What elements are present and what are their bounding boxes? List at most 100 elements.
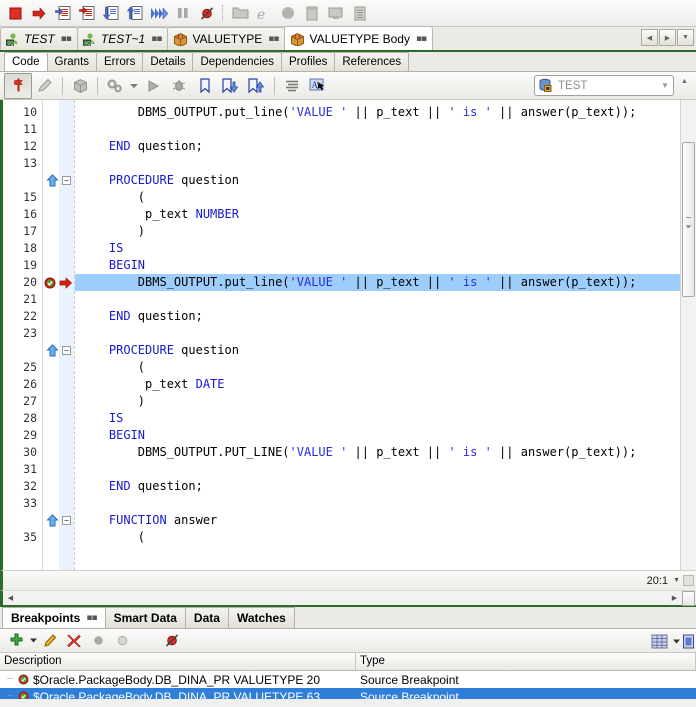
- debug-button[interactable]: [166, 74, 192, 98]
- code-line-current[interactable]: DBMS_OUTPUT.put_line('VALUE ' || p_text …: [75, 274, 680, 291]
- toggle-breakpoint-button[interactable]: [4, 72, 32, 99]
- code-line[interactable]: BEGIN: [75, 427, 680, 444]
- gutter-cell[interactable]: [43, 410, 59, 427]
- close-icon[interactable]: ▪▪: [61, 34, 72, 44]
- breakpoint-marker[interactable]: [43, 274, 59, 291]
- gutter-cell[interactable]: [43, 359, 59, 376]
- code-line[interactable]: DBMS_OUTPUT.PUT_LINE('VALUE ' || p_text …: [75, 444, 680, 461]
- code-line[interactable]: DBMS_OUTPUT.put_line('VALUE ' || p_text …: [75, 104, 680, 121]
- table-view-dropdown[interactable]: [671, 630, 682, 652]
- disable-breakpoint-button[interactable]: [110, 630, 134, 652]
- gutter-cell[interactable]: [43, 189, 59, 206]
- run-button[interactable]: [140, 74, 166, 98]
- delete-breakpoint-button[interactable]: [62, 630, 86, 652]
- collapse-toolbar-button[interactable]: ▲: [676, 77, 693, 95]
- format-button[interactable]: [279, 74, 305, 98]
- hscroll-left-arrow[interactable]: ◀: [3, 594, 18, 602]
- scrollbar-thumb[interactable]: [682, 142, 695, 297]
- gutter-cell[interactable]: [43, 104, 59, 121]
- gray-sphere-icon[interactable]: [276, 2, 300, 25]
- hscroll-thumb[interactable]: [682, 590, 695, 606]
- fold-collapse-icon[interactable]: −: [59, 342, 74, 359]
- code-line[interactable]: [75, 461, 680, 478]
- tab-grants[interactable]: Grants: [46, 52, 98, 71]
- tab-errors[interactable]: Errors: [96, 52, 144, 71]
- gutter-cell[interactable]: [43, 308, 59, 325]
- compile-button[interactable]: [102, 74, 128, 98]
- file-tab-valuetype-body[interactable]: VALUETYPE Body ▪▪: [284, 26, 434, 50]
- gutter-cell[interactable]: [43, 240, 59, 257]
- code-line[interactable]: [75, 121, 680, 138]
- code-text-area[interactable]: DBMS_OUTPUT.put_line('VALUE ' || p_text …: [75, 100, 680, 570]
- gutter-cell[interactable]: [43, 155, 59, 172]
- folder-icon[interactable]: [228, 2, 252, 25]
- log-lines-icon[interactable]: [348, 2, 372, 25]
- resume-button[interactable]: [27, 2, 51, 25]
- gutter-cell[interactable]: [43, 444, 59, 461]
- dock-tab-watches[interactable]: Watches: [227, 607, 295, 628]
- tab-code[interactable]: Code: [4, 52, 48, 71]
- tab-scroll-left-button[interactable]: ◀: [641, 29, 658, 46]
- step-out-button[interactable]: [99, 2, 123, 25]
- gutter-cell[interactable]: [43, 138, 59, 155]
- tab-profiles[interactable]: Profiles: [281, 52, 336, 71]
- table-row[interactable]: ┈ $Oracle.PackageBody.DB_DINA_PR VALUETYP…: [0, 671, 696, 688]
- pause-button[interactable]: [171, 2, 195, 25]
- find-button[interactable]: A: [305, 74, 331, 98]
- enable-breakpoint-button[interactable]: [86, 630, 110, 652]
- close-icon[interactable]: ▪▪: [86, 613, 97, 623]
- bookmark-prev-button[interactable]: [244, 74, 270, 98]
- gutter-up-arrow-icon[interactable]: [43, 172, 59, 189]
- column-header-description[interactable]: Description: [0, 653, 356, 670]
- fold-collapse-icon[interactable]: −: [59, 172, 74, 189]
- close-icon[interactable]: ▪▪: [416, 34, 427, 44]
- step-into-button[interactable]: [75, 2, 99, 25]
- code-line[interactable]: IS: [75, 410, 680, 427]
- gutter-up-arrow-icon[interactable]: [43, 342, 59, 359]
- column-header-type[interactable]: Type: [356, 653, 696, 670]
- edit-breakpoint-button[interactable]: [38, 630, 62, 652]
- internet-explorer-icon[interactable]: e: [252, 2, 276, 25]
- gutter-cell[interactable]: [43, 206, 59, 223]
- step-over-button[interactable]: [51, 2, 75, 25]
- code-line[interactable]: ): [75, 223, 680, 240]
- code-line[interactable]: BEGIN: [75, 257, 680, 274]
- detach-panel-button[interactable]: [682, 630, 694, 652]
- bookmark-next-button[interactable]: [218, 74, 244, 98]
- gutter-cell[interactable]: [43, 427, 59, 444]
- gutter-cell[interactable]: [43, 257, 59, 274]
- add-breakpoint-dropdown[interactable]: [28, 630, 38, 652]
- terminate-button[interactable]: [3, 2, 27, 25]
- close-icon[interactable]: ▪▪: [151, 34, 162, 44]
- run-to-cursor-button[interactable]: [147, 2, 171, 25]
- code-line[interactable]: [75, 325, 680, 342]
- code-line[interactable]: [75, 291, 680, 308]
- code-line[interactable]: IS: [75, 240, 680, 257]
- dock-tab-data[interactable]: Data: [184, 607, 229, 628]
- close-icon[interactable]: ▪▪: [268, 34, 279, 44]
- gutter-cell[interactable]: [43, 291, 59, 308]
- editor-vertical-scrollbar[interactable]: [680, 100, 696, 570]
- code-line[interactable]: PROCEDURE question: [75, 172, 680, 189]
- gutter-cell[interactable]: [43, 478, 59, 495]
- hscroll-right-arrow[interactable]: ▶: [667, 594, 682, 602]
- gutter-cell[interactable]: [43, 121, 59, 138]
- gutter-cell[interactable]: [43, 495, 59, 512]
- code-line[interactable]: END question;: [75, 308, 680, 325]
- gutter-cell[interactable]: [43, 461, 59, 478]
- monitor-icon[interactable]: [324, 2, 348, 25]
- code-line[interactable]: PROCEDURE question: [75, 342, 680, 359]
- disable-breakpoints-button[interactable]: [195, 2, 219, 25]
- code-line[interactable]: END question;: [75, 478, 680, 495]
- dock-tab-breakpoints[interactable]: Breakpoints ▪▪: [2, 607, 106, 628]
- file-tab-valuetype[interactable]: VALUETYPE ▪▪: [167, 27, 286, 50]
- code-line[interactable]: [75, 495, 680, 512]
- connection-combo[interactable]: TEST ▼: [534, 75, 674, 96]
- code-line[interactable]: (: [75, 359, 680, 376]
- code-folding-gutter[interactable]: − − −: [59, 100, 75, 570]
- chevron-down-icon[interactable]: ▼: [657, 81, 673, 90]
- code-line[interactable]: (: [75, 529, 680, 546]
- status-dropdown-icon[interactable]: ▼: [673, 577, 680, 584]
- compile-dropdown-button[interactable]: [128, 74, 140, 98]
- code-line[interactable]: p_text DATE: [75, 376, 680, 393]
